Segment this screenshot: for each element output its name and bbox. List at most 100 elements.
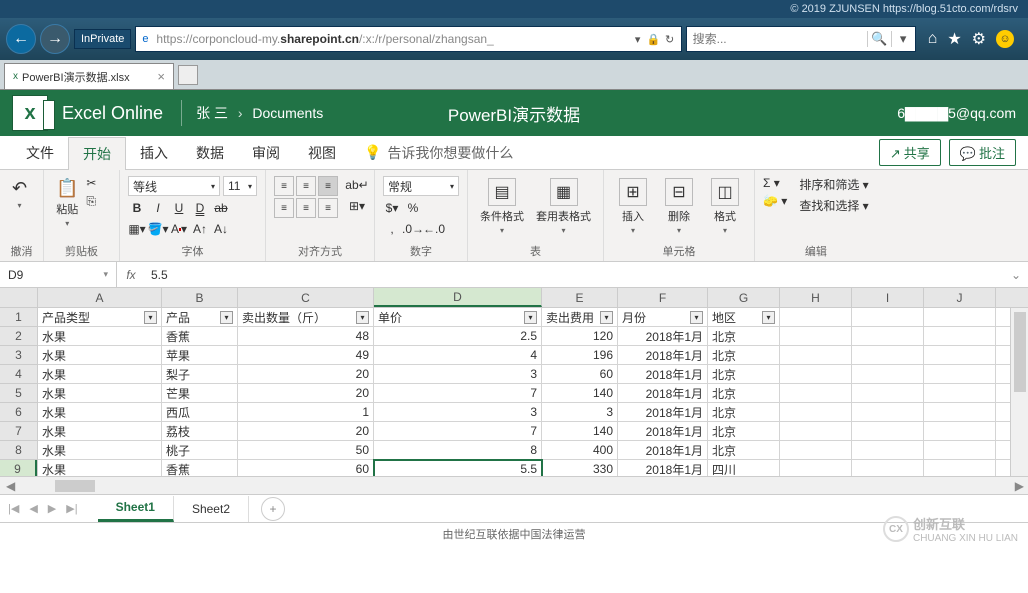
filter-dropdown-icon[interactable]: ▾ <box>690 311 703 324</box>
cell[interactable]: 8 <box>374 441 542 459</box>
search-bar[interactable]: 🔍 ▾ <box>686 26 916 52</box>
align-right[interactable]: ≡ <box>318 198 338 218</box>
col-header-C[interactable]: C <box>238 288 374 307</box>
sheet-tab-1[interactable]: Sheet1 <box>98 496 174 522</box>
tab-file[interactable]: 文件 <box>12 136 68 169</box>
share-button[interactable]: ↗共享 <box>879 139 941 166</box>
cell[interactable]: 香蕉 <box>162 327 238 345</box>
find-select-button[interactable]: 查找和选择 ▾ <box>799 197 868 214</box>
search-input[interactable] <box>693 32 867 46</box>
conditional-format-button[interactable]: ▤条件格式▾ <box>476 176 528 237</box>
cell[interactable]: 3 <box>374 403 542 421</box>
comma-button[interactable]: , <box>383 220 401 238</box>
new-tab-button[interactable] <box>178 65 198 85</box>
cell[interactable]: 水果 <box>38 365 162 383</box>
cell[interactable]: 苹果 <box>162 346 238 364</box>
name-box[interactable]: D9▾ <box>0 262 117 287</box>
clear-button[interactable]: 🧽 ▾ <box>763 194 787 208</box>
cell[interactable]: 水果 <box>38 441 162 459</box>
cell[interactable]: 北京 <box>708 441 780 459</box>
col-header-E[interactable]: E <box>542 288 618 307</box>
cell[interactable]: 水果 <box>38 422 162 440</box>
cell[interactable]: 1 <box>238 403 374 421</box>
breadcrumb-user[interactable]: 张 三 <box>196 105 228 121</box>
cell[interactable]: 香蕉 <box>162 460 238 476</box>
cell[interactable] <box>780 422 852 440</box>
cell[interactable]: 产品▾ <box>162 308 238 326</box>
cell[interactable]: 20 <box>238 365 374 383</box>
col-header-H[interactable]: H <box>780 288 852 307</box>
cell[interactable] <box>924 441 996 459</box>
sort-filter-button[interactable]: 排序和筛选 ▾ <box>799 176 868 193</box>
row-header[interactable]: 4 <box>0 365 37 384</box>
cell[interactable]: 产品类型▾ <box>38 308 162 326</box>
currency-button[interactable]: $▾ <box>383 199 401 217</box>
cell[interactable]: 5.5 <box>374 460 542 476</box>
increase-font-button[interactable]: A↑ <box>191 220 209 238</box>
tab-insert[interactable]: 插入 <box>126 136 182 169</box>
cell[interactable]: 2018年1月 <box>618 365 708 383</box>
select-all-corner[interactable] <box>0 288 38 307</box>
address-bar[interactable]: e https://corponcloud-my.sharepoint.cn/:… <box>135 26 681 52</box>
tab-home[interactable]: 开始 <box>68 137 126 170</box>
cell[interactable]: 北京 <box>708 346 780 364</box>
cell[interactable] <box>780 460 852 476</box>
cell[interactable]: 北京 <box>708 384 780 402</box>
filter-dropdown-icon[interactable]: ▾ <box>144 311 157 324</box>
cell[interactable]: 2018年1月 <box>618 460 708 476</box>
cell[interactable]: 卖出数量（斤）▾ <box>238 308 374 326</box>
undo-button[interactable]: ↶▾ <box>8 176 31 212</box>
cell[interactable] <box>924 384 996 402</box>
cell[interactable]: 60 <box>542 365 618 383</box>
user-account[interactable]: 6▇▇▇▇5@qq.com <box>897 105 1016 122</box>
cell[interactable]: 48 <box>238 327 374 345</box>
refresh-icon[interactable]: ↻ <box>663 33 677 46</box>
align-center[interactable]: ≡ <box>296 198 316 218</box>
cell[interactable]: 120 <box>542 327 618 345</box>
row-header[interactable]: 7 <box>0 422 37 441</box>
cell[interactable]: 2018年1月 <box>618 384 708 402</box>
col-header-I[interactable]: I <box>852 288 924 307</box>
cell[interactable]: 20 <box>238 384 374 402</box>
cell[interactable] <box>924 327 996 345</box>
border-button[interactable]: ▦▾ <box>128 220 146 238</box>
vertical-scrollbar[interactable] <box>1010 308 1028 476</box>
wrap-text-button[interactable]: ab↵ <box>348 176 366 194</box>
strikethrough-button[interactable]: ab <box>212 199 230 217</box>
cell[interactable]: 50 <box>238 441 374 459</box>
filter-dropdown-icon[interactable]: ▾ <box>220 311 233 324</box>
cut-icon[interactable]: ✂ <box>86 176 96 190</box>
add-sheet-button[interactable]: + <box>261 497 285 521</box>
font-color-button[interactable]: A▾ <box>170 220 188 238</box>
cell[interactable]: 北京 <box>708 365 780 383</box>
feedback-icon[interactable]: ☺ <box>996 30 1014 48</box>
cell[interactable]: 140 <box>542 422 618 440</box>
format-cells-button[interactable]: ◫格式▾ <box>704 176 746 237</box>
fill-color-button[interactable]: 🪣▾ <box>149 220 167 238</box>
cell[interactable]: 330 <box>542 460 618 476</box>
cell[interactable]: 水果 <box>38 346 162 364</box>
col-header-B[interactable]: B <box>162 288 238 307</box>
tab-review[interactable]: 审阅 <box>238 136 294 169</box>
cell[interactable]: 3 <box>542 403 618 421</box>
col-header-A[interactable]: A <box>38 288 162 307</box>
increase-decimal-button[interactable]: .0→ <box>404 220 422 238</box>
cell[interactable]: 7 <box>374 384 542 402</box>
tab-view[interactable]: 视图 <box>294 136 350 169</box>
cell[interactable]: 7 <box>374 422 542 440</box>
cell[interactable] <box>852 422 924 440</box>
cell[interactable] <box>780 308 852 326</box>
cell[interactable] <box>780 384 852 402</box>
tell-me-search[interactable]: 💡告诉我你想要做什么 <box>350 136 527 169</box>
filter-dropdown-icon[interactable]: ▾ <box>524 311 537 324</box>
cell[interactable] <box>780 441 852 459</box>
search-icon[interactable]: 🔍 <box>867 31 891 47</box>
cell[interactable] <box>780 346 852 364</box>
breadcrumb[interactable]: 张 三 › Documents <box>196 103 323 123</box>
paste-button[interactable]: 📋粘贴▾ <box>52 176 82 230</box>
row-header[interactable]: 1 <box>0 308 37 327</box>
sheet-nav-first[interactable]: |◀ <box>8 502 19 515</box>
cell[interactable] <box>780 327 852 345</box>
row-header[interactable]: 3 <box>0 346 37 365</box>
lock-icon[interactable]: 🔒 <box>647 33 661 46</box>
